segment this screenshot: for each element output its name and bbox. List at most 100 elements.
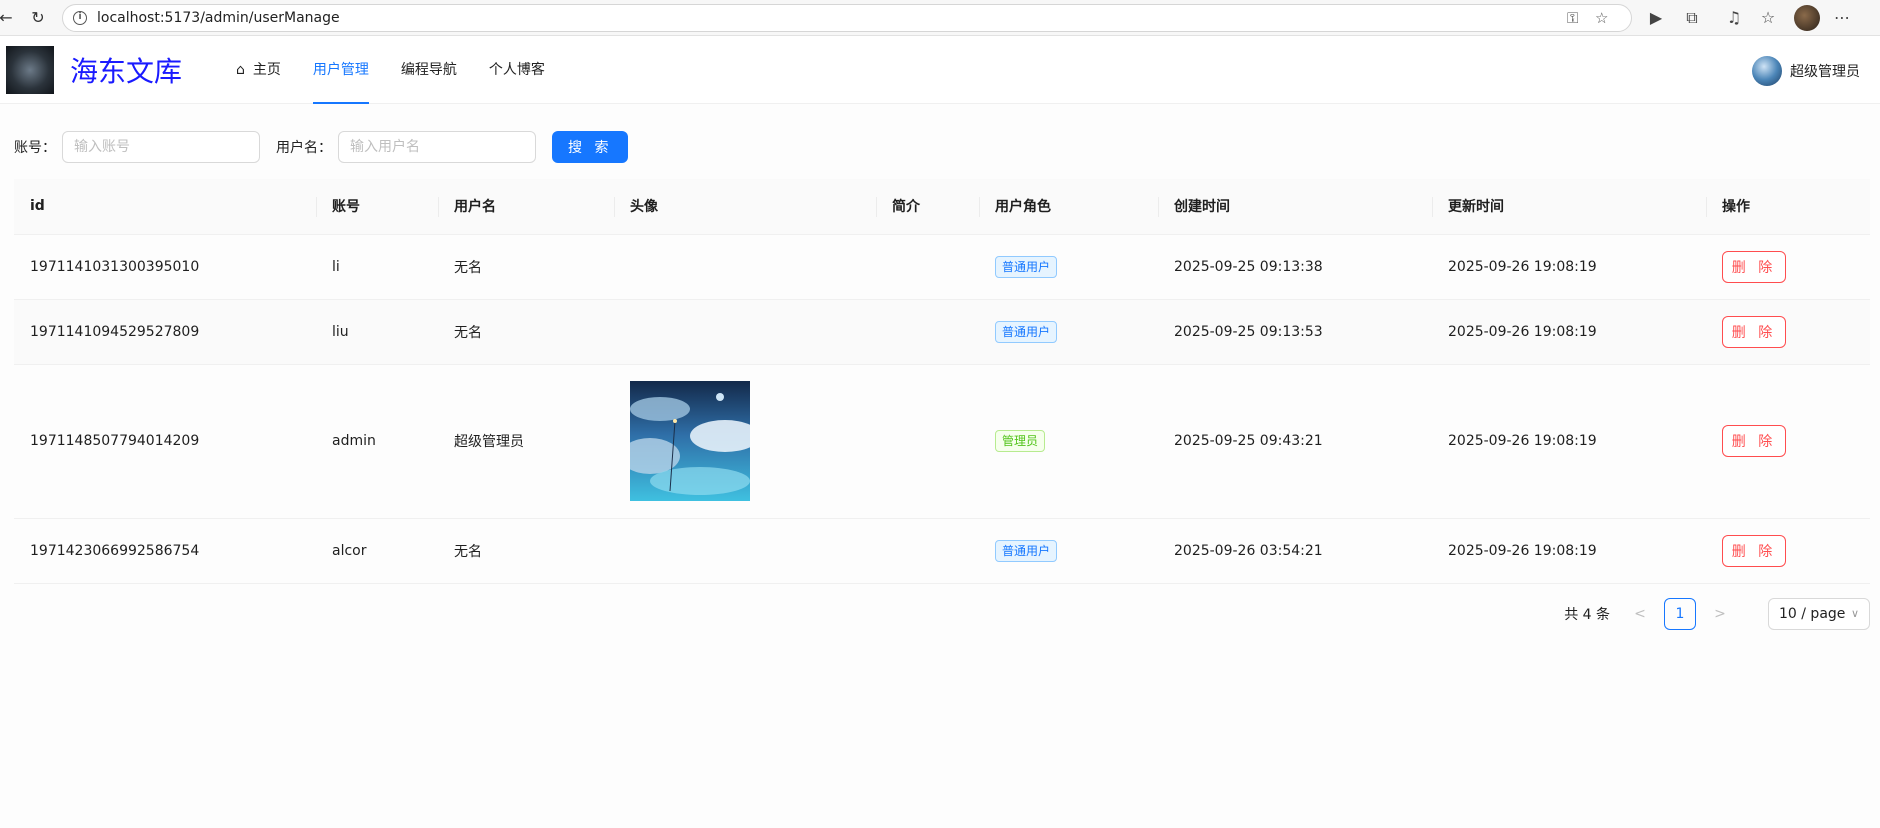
role-tag: 普通用户	[995, 320, 1058, 343]
cell-account: admin	[316, 364, 438, 519]
logo	[6, 46, 54, 94]
nav-item-label: 个人博客	[488, 62, 545, 78]
cell-id: 1971141094529527809	[14, 299, 316, 365]
cell-role: 普通用户	[979, 299, 1158, 365]
table-row: 1971423066992586754 alcor 无名 普通用户 2025-0…	[14, 518, 1870, 584]
favorites-icon[interactable]: ☆	[1756, 6, 1780, 30]
search-form: 账号： 用户名： 搜 索	[14, 131, 629, 163]
cell-updated: 2025-09-26 19:08:19	[1432, 364, 1706, 519]
account-input[interactable]	[62, 131, 260, 163]
back-icon[interactable]: ←	[0, 6, 18, 30]
nav-item-blog[interactable]: 个人博客	[473, 36, 561, 104]
cell-action: 删 除	[1706, 518, 1870, 584]
key-icon[interactable]: ⚿	[1567, 9, 1578, 27]
pagination: 共 4 条 < 1 > 10 / page ∨	[1564, 598, 1870, 630]
cell-action: 删 除	[1706, 299, 1870, 365]
url-text: localhost:5173/admin/userManage	[97, 10, 340, 26]
next-page-icon[interactable]: >	[1704, 606, 1736, 622]
cell-profile	[876, 234, 979, 300]
app-header: 海东文库 ⌂ 主页 用户管理 编程导航 个人博客 超级管理员	[0, 36, 1880, 104]
page-number[interactable]: 1	[1664, 598, 1696, 630]
delete-button[interactable]: 删 除	[1722, 250, 1786, 283]
cell-action: 删 除	[1706, 234, 1870, 300]
username-label: 用户名：	[276, 140, 332, 156]
cell-id: 1971423066992586754	[14, 518, 316, 584]
column-header: 简介	[876, 179, 979, 235]
cell-account: alcor	[316, 518, 438, 584]
cell-username: 无名	[438, 299, 614, 365]
favorite-star-icon[interactable]: ☆	[1595, 9, 1608, 27]
cell-username: 超级管理员	[438, 364, 614, 519]
top-nav: ⌂ 主页 用户管理 编程导航 个人博客	[220, 36, 561, 104]
site-info-icon[interactable]: i	[73, 11, 87, 25]
role-tag: 普通用户	[995, 255, 1058, 278]
cell-account: liu	[316, 299, 438, 365]
cell-avatar	[614, 234, 876, 300]
brand-title: 海东文库	[70, 55, 183, 88]
delete-button[interactable]: 删 除	[1722, 315, 1786, 348]
column-header: 头像	[614, 179, 876, 235]
nav-item-home[interactable]: ⌂ 主页	[220, 36, 297, 104]
address-bar[interactable]: i localhost:5173/admin/userManage ⚿ ☆	[62, 4, 1632, 32]
cell-created: 2025-09-25 09:13:53	[1158, 299, 1432, 365]
total-count: 共 4 条	[1564, 607, 1610, 623]
column-header: 操作	[1706, 179, 1870, 235]
cell-created: 2025-09-25 09:13:38	[1158, 234, 1432, 300]
cell-profile	[876, 299, 979, 365]
cell-profile	[876, 518, 979, 584]
table-header-row: id 账号 用户名 头像 简介 用户角色 创建时间 更新时间 操作	[14, 179, 1870, 235]
avatar-image	[630, 381, 750, 501]
cell-account: li	[316, 234, 438, 300]
role-tag: 管理员	[995, 430, 1046, 452]
play-icon[interactable]: ▶	[1644, 6, 1668, 30]
user-menu[interactable]: 超级管理员	[1752, 56, 1860, 86]
user-avatar[interactable]	[1752, 56, 1782, 86]
nav-item-programming-nav[interactable]: 编程导航	[385, 36, 473, 104]
reload-icon[interactable]: ↻	[26, 6, 50, 30]
cell-updated: 2025-09-26 19:08:19	[1432, 234, 1706, 300]
user-name: 超级管理员	[1790, 64, 1860, 80]
nav-item-label: 用户管理	[312, 62, 369, 78]
column-header: 账号	[316, 179, 438, 235]
prev-page-icon[interactable]: <	[1624, 606, 1656, 622]
column-header: 用户名	[438, 179, 614, 235]
search-button[interactable]: 搜 索	[552, 131, 629, 163]
page-size-select[interactable]: 10 / page ∨	[1768, 598, 1870, 630]
role-tag: 普通用户	[995, 539, 1058, 562]
cell-id: 1971148507794014209	[14, 364, 316, 519]
account-label: 账号：	[14, 140, 56, 156]
nav-item-user-manage[interactable]: 用户管理	[297, 36, 385, 104]
nav-item-label: 编程导航	[400, 62, 457, 78]
media-icon[interactable]: ♫	[1722, 6, 1746, 30]
cell-role: 普通用户	[979, 518, 1158, 584]
cell-action: 删 除	[1706, 364, 1870, 519]
home-icon: ⌂	[236, 62, 245, 78]
table-row: 1971141094529527809 liu 无名 普通用户 2025-09-…	[14, 299, 1870, 365]
cell-updated: 2025-09-26 19:08:19	[1432, 518, 1706, 584]
cell-role: 管理员	[979, 364, 1158, 519]
more-menu-icon[interactable]: ⋯	[1830, 6, 1854, 30]
table-row: 1971141031300395010 li 无名 普通用户 2025-09-2…	[14, 234, 1870, 300]
chevron-down-icon: ∨	[1850, 607, 1859, 620]
cell-profile	[876, 364, 979, 519]
page-size-value: 10 / page	[1779, 606, 1846, 622]
cell-created: 2025-09-26 03:54:21	[1158, 518, 1432, 584]
cell-username: 无名	[438, 518, 614, 584]
cell-created: 2025-09-25 09:43:21	[1158, 364, 1432, 519]
delete-button[interactable]: 删 除	[1722, 425, 1786, 457]
nav-item-label: 主页	[252, 62, 281, 78]
browser-toolbar: ← ↻ i localhost:5173/admin/userManage ⚿ …	[0, 0, 1880, 36]
column-header: 更新时间	[1432, 179, 1706, 235]
table-row: 1971148507794014209 admin 超级管理员 管理员 2025…	[14, 364, 1870, 519]
delete-button[interactable]: 删 除	[1722, 534, 1786, 567]
column-header: 用户角色	[979, 179, 1158, 235]
cell-avatar	[614, 518, 876, 584]
cell-role: 普通用户	[979, 234, 1158, 300]
cell-avatar	[614, 364, 876, 519]
profile-avatar[interactable]	[1794, 5, 1820, 31]
cell-avatar	[614, 299, 876, 365]
extensions-icon[interactable]: ⧉	[1680, 6, 1704, 30]
column-header: id	[14, 179, 316, 235]
user-table: id 账号 用户名 头像 简介 用户角色 创建时间 更新时间 操作 197114…	[14, 179, 1870, 584]
username-input[interactable]	[338, 131, 536, 163]
